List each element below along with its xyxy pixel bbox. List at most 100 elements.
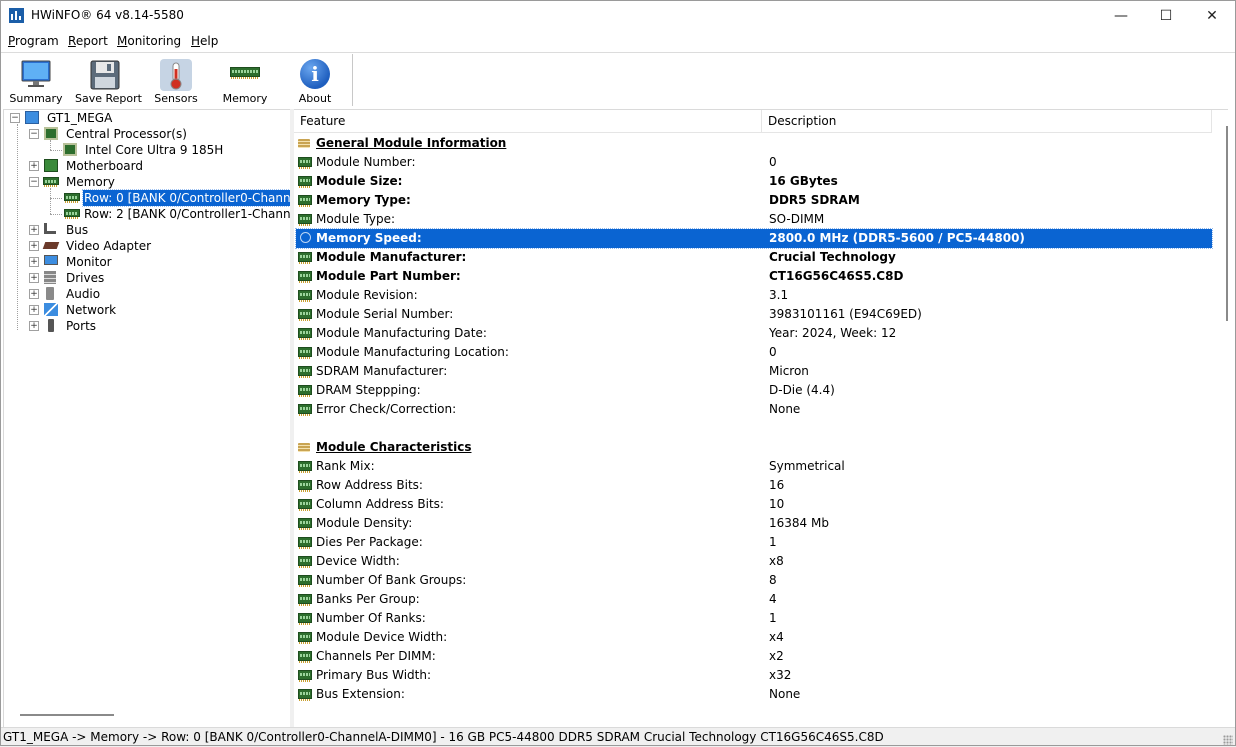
section-module-characteristics[interactable]: Module Characteristics (296, 438, 1212, 457)
tree-horizontal-scrollbar[interactable] (20, 714, 114, 716)
detail-row[interactable]: Rank Mix: Symmetrical (296, 457, 1212, 476)
ram-module-icon (64, 209, 80, 219)
detail-row[interactable]: Channels Per DIMM: x2 (296, 647, 1212, 666)
feature-cell: Memory Speed: (316, 231, 422, 245)
toolbar: Summary Save Report Sensors Memory i Abo… (0, 52, 1236, 109)
feature-cell: Module Density: (316, 516, 413, 530)
feature-cell: Module Manufacturing Location: (316, 345, 509, 359)
expand-icon[interactable]: + (29, 257, 39, 267)
description-cell: None (769, 687, 801, 701)
cpu-chip-icon (44, 127, 58, 140)
menu-program[interactable]: Program (8, 34, 59, 48)
hwinfo-app-icon (9, 8, 24, 23)
collapse-icon[interactable]: − (29, 129, 39, 139)
detail-row[interactable]: Module Manufacturer: Crucial Technology (296, 248, 1212, 267)
detail-row[interactable]: Module Device Width: x4 (296, 628, 1212, 647)
detail-row[interactable]: Banks Per Group: 4 (296, 590, 1212, 609)
detail-row[interactable]: SDRAM Manufacturer: Micron (296, 362, 1212, 381)
feature-cell: Module Part Number: (316, 269, 461, 283)
detail-row[interactable]: Memory Type: DDR5 SDRAM (296, 191, 1212, 210)
expand-icon[interactable]: + (29, 321, 39, 331)
collapse-icon[interactable]: − (10, 113, 20, 123)
speaker-icon (46, 287, 54, 300)
summary-button[interactable]: Summary (6, 55, 66, 107)
detail-row[interactable]: Number Of Bank Groups: 8 (296, 571, 1212, 590)
detail-row[interactable]: Module Density: 16384 Mb (296, 514, 1212, 533)
collapse-icon[interactable]: − (29, 177, 39, 187)
detail-row[interactable]: Module Manufacturing Location: 0 (296, 343, 1212, 362)
section-icon (298, 443, 310, 452)
detail-row[interactable]: DRAM Steppping: D-Die (4.4) (296, 381, 1212, 400)
expand-icon[interactable]: + (29, 225, 39, 235)
detail-row[interactable]: Bus Extension: None (296, 685, 1212, 704)
ram-module-icon (298, 328, 312, 340)
status-text: GT1_MEGA -> Memory -> Row: 0 [BANK 0/Con… (3, 730, 884, 744)
device-tree[interactable]: − GT1_MEGA − Central Processor(s) Intel … (3, 109, 291, 728)
motherboard-icon (44, 159, 58, 172)
feature-cell: Module Manufacturing Date: (316, 326, 487, 340)
expand-icon[interactable]: + (29, 241, 39, 251)
detail-list[interactable]: Feature Description General Module Infor… (294, 109, 1228, 727)
description-cell: SO-DIMM (769, 212, 825, 226)
drive-icon (44, 271, 56, 284)
detail-vertical-scrollbar[interactable] (1226, 126, 1228, 321)
description-cell: Year: 2024, Week: 12 (769, 326, 897, 340)
resize-grip-icon[interactable] (1223, 735, 1233, 745)
detail-row[interactable]: Column Address Bits: 10 (296, 495, 1212, 514)
expand-icon[interactable]: + (29, 273, 39, 283)
section-general-module-information[interactable]: General Module Information (296, 134, 1212, 153)
ram-module-icon (64, 193, 80, 203)
description-cell: DDR5 SDRAM (769, 193, 860, 207)
close-button[interactable]: ✕ (1189, 0, 1235, 32)
description-cell: CT16G56C46S5.C8D (769, 269, 904, 283)
detail-row[interactable]: Primary Bus Width: x32 (296, 666, 1212, 685)
detail-row[interactable]: Module Revision: 3.1 (296, 286, 1212, 305)
usb-port-icon (48, 319, 54, 332)
detail-row[interactable]: Dies Per Package: 1 (296, 533, 1212, 552)
description-cell: 0 (769, 155, 777, 169)
description-cell: 10 (769, 497, 785, 511)
detail-row[interactable]: Number Of Ranks: 1 (296, 609, 1212, 628)
ram-module-icon (298, 689, 312, 701)
menu-help[interactable]: Help (191, 34, 218, 48)
description-cell: x4 (769, 630, 784, 644)
sensors-button[interactable]: Sensors (146, 55, 206, 107)
ram-module-icon (298, 575, 312, 587)
minimize-button[interactable]: — (1098, 0, 1144, 32)
menu-monitoring[interactable]: Monitoring (117, 34, 181, 48)
floppy-disk-icon (90, 60, 120, 90)
detail-row[interactable]: Memory Speed: 2800.0 MHz (DDR5-5600 / PC5… (295, 228, 1213, 249)
detail-row[interactable]: Error Check/Correction: None (296, 400, 1212, 419)
bus-icon (44, 223, 56, 234)
detail-row[interactable]: Module Type: SO-DIMM (296, 210, 1212, 229)
detail-row[interactable]: Module Number: 0 (296, 153, 1212, 172)
ram-module-icon (298, 214, 312, 226)
description-cell: None (769, 402, 801, 416)
description-cell: Symmetrical (769, 459, 845, 473)
memory-button[interactable]: Memory (215, 55, 275, 107)
feature-cell: Column Address Bits: (316, 497, 444, 511)
about-button[interactable]: i About (285, 55, 345, 107)
feature-cell: Number Of Ranks: (316, 611, 426, 625)
maximize-button[interactable]: ☐ (1143, 0, 1189, 32)
detail-row[interactable]: Row Address Bits: 16 (296, 476, 1212, 495)
detail-row[interactable]: Module Serial Number: 3983101161 (E94C69E… (296, 305, 1212, 324)
title-bar[interactable]: HWiNFO® 64 v8.14-5580 — ☐ ✕ (0, 0, 1236, 32)
menu-bar: Program Report Monitoring Help (0, 32, 1236, 52)
save-report-button[interactable]: Save Report (75, 55, 142, 107)
detail-row[interactable]: Module Manufacturing Date: Year: 2024, We… (296, 324, 1212, 343)
column-header-description[interactable]: Description (762, 110, 1212, 132)
expand-icon[interactable]: + (29, 305, 39, 315)
description-cell: x32 (769, 668, 792, 682)
ram-module-icon (298, 309, 312, 321)
feature-cell: Module Serial Number: (316, 307, 454, 321)
detail-row[interactable]: Module Part Number: CT16G56C46S5.C8D (296, 267, 1212, 286)
expand-icon[interactable]: + (29, 289, 39, 299)
expand-icon[interactable]: + (29, 161, 39, 171)
clock-icon (300, 232, 311, 243)
column-header-feature[interactable]: Feature (294, 110, 762, 132)
menu-report[interactable]: Report (68, 34, 108, 48)
detail-row[interactable]: Module Size: 16 GBytes (296, 172, 1212, 191)
computer-icon (25, 111, 39, 124)
detail-row[interactable]: Device Width: x8 (296, 552, 1212, 571)
